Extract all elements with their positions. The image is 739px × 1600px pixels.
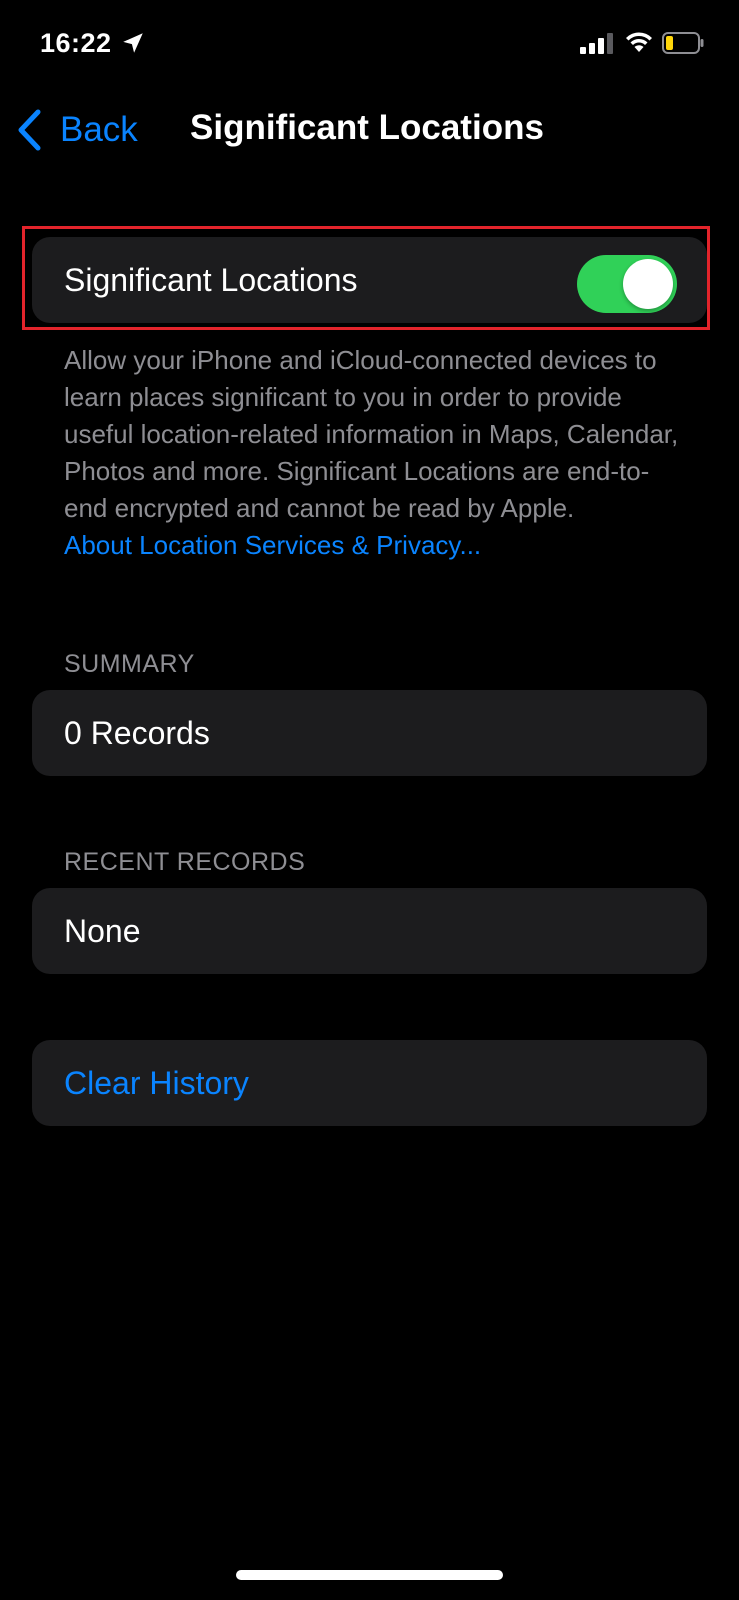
battery-low-icon bbox=[662, 32, 704, 54]
description-text: Allow your iPhone and iCloud-connected d… bbox=[64, 345, 679, 523]
status-time: 16:22 bbox=[40, 28, 112, 58]
location-arrow-icon bbox=[123, 33, 143, 53]
clear-history-button[interactable]: Clear History bbox=[32, 1040, 707, 1126]
privacy-link[interactable]: About Location Services & Privacy... bbox=[64, 527, 684, 564]
chevron-left-icon bbox=[18, 109, 41, 151]
recent-records-row: None bbox=[32, 888, 707, 974]
back-label: Back bbox=[60, 110, 138, 149]
summary-header: SUMMARY bbox=[64, 650, 195, 678]
status-bar: 16:22 bbox=[0, 0, 739, 90]
back-button[interactable]: Back bbox=[16, 106, 138, 154]
clear-history-label: Clear History bbox=[64, 1064, 249, 1101]
navigation-bar: Back Significant Locations bbox=[0, 100, 739, 160]
summary-value: 0 Records bbox=[64, 714, 210, 751]
page-title: Significant Locations bbox=[190, 108, 544, 147]
home-indicator[interactable] bbox=[236, 1570, 503, 1580]
recent-records-header: RECENT RECORDS bbox=[64, 848, 306, 876]
description-footer: Allow your iPhone and iCloud-connected d… bbox=[64, 342, 684, 564]
cellular-signal-icon bbox=[580, 33, 613, 54]
highlight-annotation bbox=[22, 226, 710, 330]
recent-records-value: None bbox=[64, 912, 141, 949]
wifi-icon bbox=[626, 32, 652, 52]
summary-row: 0 Records bbox=[32, 690, 707, 776]
